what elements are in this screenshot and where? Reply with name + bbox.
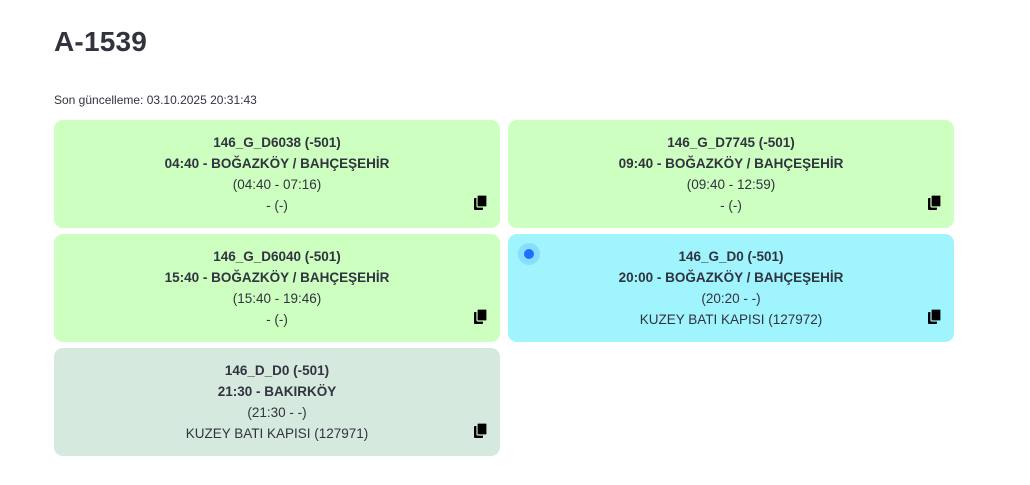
last-updated-text: Son güncelleme: 03.10.2025 20:31:43 [54, 93, 257, 107]
copy-icon[interactable] [474, 195, 487, 210]
trip-times: (20:20 - -) [701, 291, 761, 306]
trip-code: 146_G_D6038 (-501) [213, 135, 341, 150]
trip-code: 146_G_D0 (-501) [678, 249, 784, 264]
page: A-1539 Son güncelleme: 03.10.2025 20:31:… [0, 0, 1030, 485]
trip-times: (09:40 - 12:59) [686, 177, 776, 192]
trip-stop: KUZEY BATI KAPISI (127972) [639, 312, 823, 327]
copy-icon[interactable] [474, 309, 487, 324]
trip-card: 146_G_D6040 (-501) 15:40 - BOĞAZKÖY / BA… [54, 234, 500, 342]
trip-card: 146_G_D7745 (-501) 09:40 - BOĞAZKÖY / BA… [508, 120, 954, 228]
trip-route: 09:40 - BOĞAZKÖY / BAHÇEŞEHİR [618, 156, 844, 171]
copy-icon[interactable] [474, 423, 487, 438]
trip-route: 21:30 - BAKIRKÖY [217, 384, 337, 399]
trip-route: 15:40 - BOĞAZKÖY / BAHÇEŞEHİR [164, 270, 390, 285]
trip-card-active: 146_G_D0 (-501) 20:00 - BOĞAZKÖY / BAHÇE… [508, 234, 954, 342]
live-indicator-icon [518, 243, 540, 265]
copy-icon[interactable] [928, 309, 941, 324]
trip-times: (15:40 - 19:46) [232, 291, 322, 306]
page-title: A-1539 [54, 26, 148, 57]
trip-card: 146_G_D6038 (-501) 04:40 - BOĞAZKÖY / BA… [54, 120, 500, 228]
trip-code: 146_G_D7745 (-501) [667, 135, 795, 150]
trip-code: 146_D_D0 (-501) [224, 363, 330, 378]
trip-stop: KUZEY BATI KAPISI (127971) [185, 426, 369, 441]
trip-stop: - (-) [266, 198, 288, 213]
trip-route: 20:00 - BOĞAZKÖY / BAHÇEŞEHİR [618, 270, 844, 285]
trip-times: (21:30 - -) [247, 405, 307, 420]
trip-code: 146_G_D6040 (-501) [213, 249, 341, 264]
trip-stop: - (-) [266, 312, 288, 327]
trip-card: 146_D_D0 (-501) 21:30 - BAKIRKÖY (21:30 … [54, 348, 500, 456]
copy-icon[interactable] [928, 195, 941, 210]
trip-route: 04:40 - BOĞAZKÖY / BAHÇEŞEHİR [164, 156, 390, 171]
trip-grid: 146_G_D6038 (-501) 04:40 - BOĞAZKÖY / BA… [54, 120, 954, 456]
trip-times: (04:40 - 07:16) [232, 177, 322, 192]
trip-stop: - (-) [720, 198, 742, 213]
